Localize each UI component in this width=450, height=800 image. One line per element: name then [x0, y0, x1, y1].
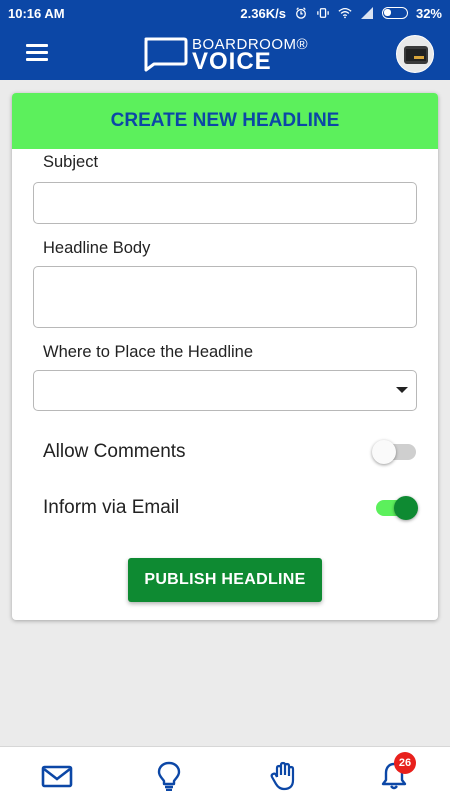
profile-avatar[interactable] — [396, 35, 434, 73]
lightbulb-icon[interactable] — [153, 761, 185, 791]
battery-icon — [381, 7, 408, 19]
toggle-knob — [372, 440, 396, 464]
boardroom-voice-logo: BOARDROOM® VOICE — [142, 34, 322, 75]
toggle-knob — [394, 496, 418, 520]
subject-input[interactable] — [33, 182, 417, 224]
status-bar: 10:16 AM 2.36K/s 32% — [0, 0, 450, 26]
allow-comments-label: Allow Comments — [43, 441, 186, 462]
battery-percent: 32% — [415, 5, 442, 21]
hamburger-menu-icon[interactable] — [26, 44, 48, 62]
headline-body-label: Headline Body — [43, 239, 151, 257]
raised-hand-icon[interactable] — [268, 761, 300, 791]
status-time: 10:16 AM — [8, 5, 65, 21]
inform-email-label: Inform via Email — [43, 497, 180, 518]
create-headline-card: CREATE NEW HEADLINE Subject Headline Bod… — [12, 93, 438, 620]
dropdown-caret-icon — [396, 387, 408, 393]
status-right: 2.36K/s 32% — [240, 6, 442, 21]
speech-bubble-logo-icon — [144, 37, 188, 72]
envelope-icon[interactable] — [41, 761, 73, 791]
bottom-nav — [0, 746, 450, 800]
allow-comments-toggle[interactable] — [372, 440, 418, 464]
signal-icon — [360, 7, 373, 19]
brand-bottom-text: VOICE — [192, 48, 272, 75]
placement-label: Where to Place the Headline — [43, 343, 254, 361]
app-bar: BOARDROOM® VOICE — [0, 26, 450, 80]
publish-headline-button[interactable]: PUBLISH HEADLINE — [128, 558, 322, 602]
subject-label: Subject — [43, 153, 99, 171]
alarm-icon — [296, 7, 306, 19]
headline-body-input[interactable] — [33, 266, 417, 328]
notification-badge: 26 — [394, 752, 416, 774]
network-speed: 2.36K/s — [240, 5, 286, 21]
vibrate-icon — [317, 8, 329, 18]
wifi-icon — [338, 7, 352, 19]
placement-select[interactable] — [33, 370, 417, 411]
card-title: CREATE NEW HEADLINE — [12, 93, 438, 149]
avatar-image-icon — [404, 46, 428, 64]
inform-email-toggle[interactable] — [372, 496, 418, 520]
